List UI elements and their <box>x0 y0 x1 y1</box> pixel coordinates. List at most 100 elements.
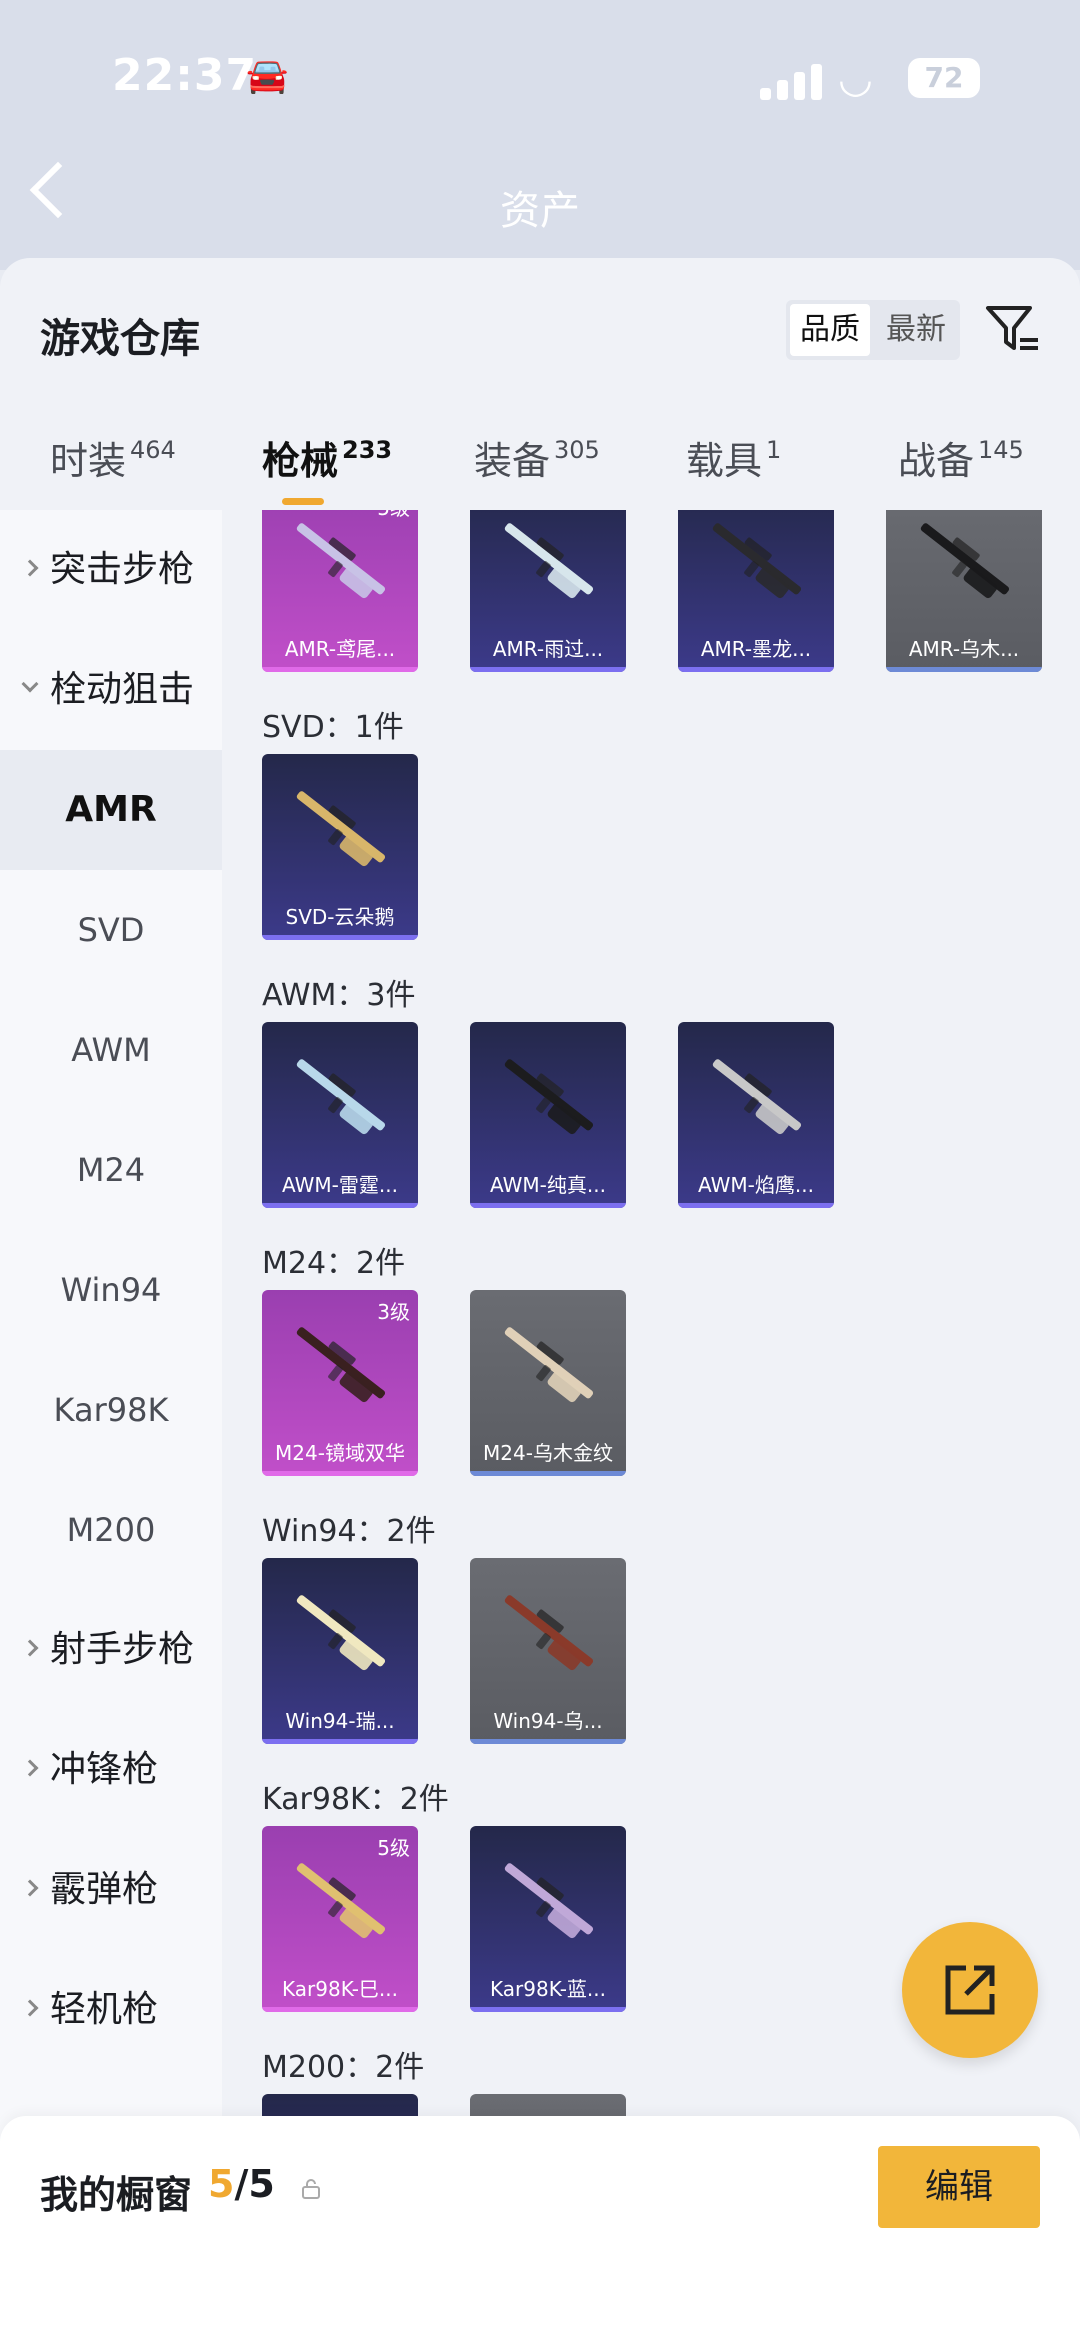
rifle-icon <box>504 523 594 599</box>
showcase-title: 我的橱窗 <box>40 2173 193 2217</box>
tab-indicator <box>282 498 324 505</box>
weapon-card[interactable]: SVD-云朵鹅 <box>262 754 418 940</box>
level-badge: 5级 <box>377 1836 410 1860</box>
rarity-bar <box>262 2007 418 2012</box>
weapon-name: M24-镜域双华 <box>275 1441 405 1465</box>
edit-button[interactable]: 编辑 <box>878 2146 1040 2228</box>
sidebar-item-assault-rifle[interactable]: 突击步枪 <box>0 510 222 630</box>
sidebar: 突击步枪 栓动狙击 AMR SVD AWM M24 Win94 Kar98K M… <box>0 510 222 2341</box>
weapon-name: AMR-乌木... <box>908 637 1020 661</box>
tab-firearms[interactable]: 枪械 233 <box>262 430 392 485</box>
weapon-name: Win94-瑞... <box>285 1709 395 1733</box>
weapon-card[interactable]: AWM-雷霆... <box>262 1022 418 1208</box>
sidebar-item-marksman[interactable]: 射手步枪 <box>0 1590 222 1710</box>
weapon-card[interactable]: AMR-墨龙... <box>678 510 834 672</box>
status-time: 22:37 <box>112 50 258 101</box>
rarity-bar <box>262 935 418 940</box>
weapon-card[interactable]: 5级 AMR-鸢尾... <box>262 510 418 672</box>
weapon-name: Kar98K-巳... <box>282 1977 398 2001</box>
sort-toggle: 品质 最新 <box>786 300 960 360</box>
page-title: 资产 <box>500 188 580 234</box>
rifle-icon <box>504 1059 594 1135</box>
showcase-count: 5/5 <box>208 2162 275 2206</box>
rarity-bar <box>470 1739 626 1744</box>
signal-icon <box>760 64 824 100</box>
weapon-name: AWM-雷霆... <box>282 1173 398 1197</box>
rifle-icon <box>296 523 386 599</box>
chevron-right-icon <box>21 1879 39 1897</box>
battery-icon: 72 <box>908 58 980 98</box>
weapon-name: AMR-雨过... <box>492 637 604 661</box>
weapon-grid: 5级 AMR-鸢尾... AMR-雨过... AMR-墨龙... AMR-乌木... SV… <box>222 510 1080 2341</box>
rifle-icon <box>296 1059 386 1135</box>
rarity-bar <box>678 1203 834 1208</box>
rifle-icon <box>712 1059 802 1135</box>
weapon-card[interactable]: AWM-纯真... <box>470 1022 626 1208</box>
rifle-icon <box>504 1327 594 1403</box>
weapon-name: Win94-乌... <box>493 1709 603 1733</box>
weapon-name: Kar98K-蓝... <box>490 1977 606 2001</box>
rarity-bar <box>470 2007 626 2012</box>
rifle-icon <box>296 791 386 867</box>
sidebar-item-bolt-sniper[interactable]: 栓动狙击 <box>0 630 222 750</box>
chevron-right-icon <box>21 1999 39 2017</box>
level-badge: 5级 <box>377 510 410 521</box>
group-label: SVD：1件 <box>262 710 404 745</box>
rifle-icon <box>712 523 802 599</box>
weapon-card[interactable]: AWM-焰鹰... <box>678 1022 834 1208</box>
tab-fashion[interactable]: 时装 464 <box>50 430 176 485</box>
weapon-card[interactable]: M24-乌木金纹 <box>470 1290 626 1476</box>
weapon-name: AWM-纯真... <box>490 1173 606 1197</box>
group-label: M200：2件 <box>262 2050 425 2085</box>
weapon-card[interactable]: Kar98K-蓝... <box>470 1826 626 2012</box>
weapon-card[interactable]: Win94-瑞... <box>262 1558 418 1744</box>
rarity-bar <box>886 667 1042 672</box>
group-label: M24：2件 <box>262 1246 406 1281</box>
group-label: AWM：3件 <box>262 978 416 1013</box>
share-icon <box>945 1965 995 2015</box>
filter-icon[interactable] <box>984 302 1040 358</box>
sidebar-item-svd[interactable]: SVD <box>0 870 222 990</box>
rarity-bar <box>470 1471 626 1476</box>
weapon-name: AMR-鸢尾... <box>284 637 396 661</box>
rifle-icon <box>296 1595 386 1671</box>
weapon-name: AWM-焰鹰... <box>698 1173 814 1197</box>
weapon-card[interactable]: Win94-乌... <box>470 1558 626 1744</box>
group-label: Win94：2件 <box>262 1514 436 1549</box>
rifle-icon <box>504 1863 594 1939</box>
sidebar-item-m200[interactable]: M200 <box>0 1470 222 1590</box>
sidebar-item-m24[interactable]: M24 <box>0 1110 222 1230</box>
tab-supplies[interactable]: 战备 145 <box>898 430 1024 485</box>
sidebar-item-lmg[interactable]: 轻机枪 <box>0 1950 222 2070</box>
sidebar-item-kar98k[interactable]: Kar98K <box>0 1350 222 1470</box>
sidebar-item-win94[interactable]: Win94 <box>0 1230 222 1350</box>
weapon-card[interactable]: 5级 Kar98K-巳... <box>262 1826 418 2012</box>
sort-quality-button[interactable]: 品质 <box>790 304 870 356</box>
chevron-down-icon <box>21 675 39 693</box>
tab-equipment[interactable]: 装备 305 <box>474 430 600 485</box>
status-bar: 22:37 🚘 ◡ 72 <box>0 40 1080 110</box>
sidebar-item-awm[interactable]: AWM <box>0 990 222 1110</box>
group-label: Kar98K：2件 <box>262 1782 449 1817</box>
rarity-bar <box>262 1203 418 1208</box>
category-tabs: 时装 464 枪械 233 装备 305 载具 1 战备 145 <box>0 408 1080 508</box>
sidebar-item-amr[interactable]: AMR <box>0 750 222 870</box>
rarity-bar <box>470 1203 626 1208</box>
weapon-name: SVD-云朵鹅 <box>285 905 395 929</box>
share-button[interactable] <box>902 1922 1038 2058</box>
lock-icon <box>302 2179 320 2199</box>
weapon-card[interactable]: AMR-雨过... <box>470 510 626 672</box>
top-bar: 22:37 🚘 ◡ 72 资产 <box>0 0 1080 270</box>
sidebar-item-shotgun[interactable]: 霰弹枪 <box>0 1830 222 1950</box>
tab-vehicles[interactable]: 载具 1 <box>686 430 781 485</box>
weapon-card[interactable]: 3级 M24-镜域双华 <box>262 1290 418 1476</box>
sort-latest-button[interactable]: 最新 <box>876 304 956 356</box>
showcase-bar: 我的橱窗 5/5 编辑 <box>0 2116 1080 2341</box>
rarity-bar <box>262 667 418 672</box>
sidebar-item-smg[interactable]: 冲锋枪 <box>0 1710 222 1830</box>
weapon-card[interactable]: AMR-乌木... <box>886 510 1042 672</box>
chevron-right-icon <box>21 1759 39 1777</box>
rarity-bar <box>470 667 626 672</box>
level-badge: 3级 <box>377 1300 410 1324</box>
rarity-bar <box>262 1471 418 1476</box>
